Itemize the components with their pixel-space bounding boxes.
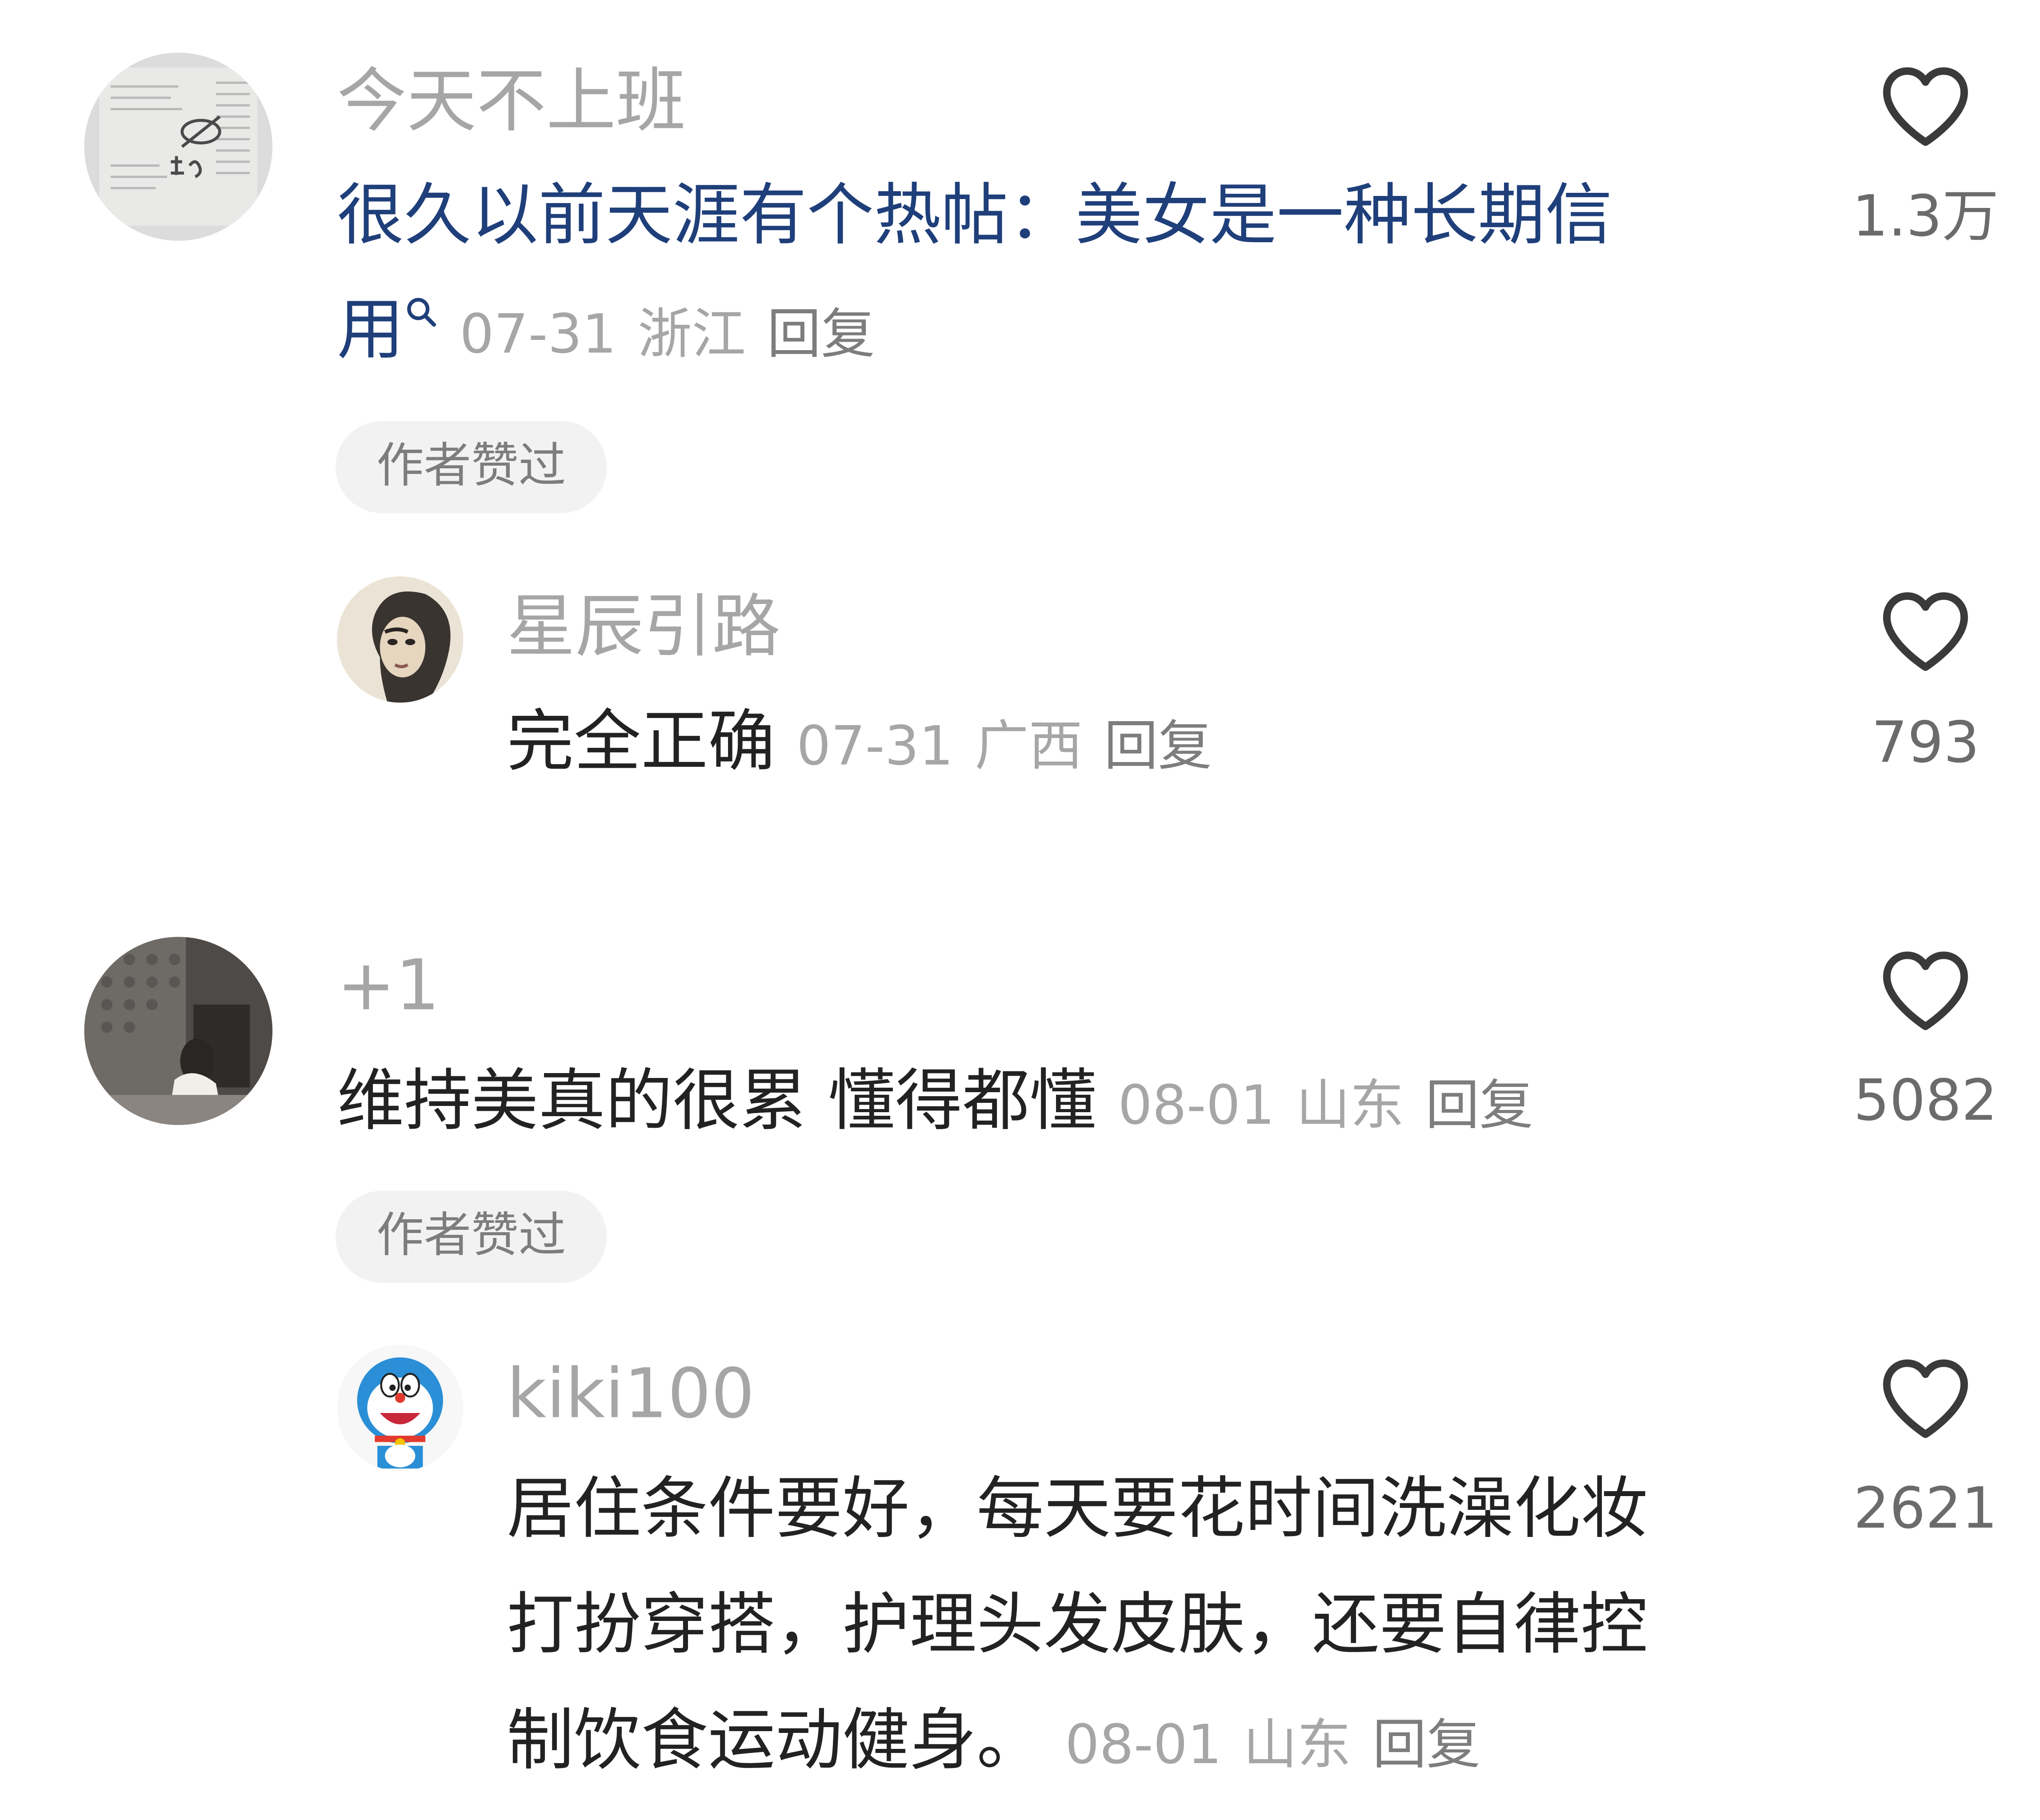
comment-text-line: 维持美真的很累 懂得都懂 [337,1063,1097,1141]
like-count: 793 [1871,710,1980,777]
comment-location: 山东 [1296,1074,1404,1137]
comment-location: 浙江 [638,303,746,366]
avatar[interactable] [337,576,464,703]
avatar-image [337,576,464,703]
like-button[interactable] [1877,947,1974,1034]
avatar-image [84,937,272,1125]
like-button[interactable] [1877,63,1974,150]
reply-username[interactable]: 星辰引路 [507,588,780,667]
author-liked-badge: 作者赞过 [336,1190,607,1283]
like-button[interactable] [1877,1355,1974,1442]
comment-text: 维持美真的很累 懂得都懂 08-01 山东 回复 [337,1063,1533,1145]
comment-list: 今天不上班 很久以前天涯有个热帖：美女是一种长期信 用 07-31 浙江 回复 … [0,0,2040,1820]
like-count: 1.3万 [1852,184,1999,250]
comment-username[interactable]: +1 [337,947,440,1026]
avatar[interactable] [337,1345,464,1471]
reply-location: 山东 [1243,1713,1352,1776]
comment-text-line: 用 [337,292,404,370]
like-count: 2621 [1853,1476,1998,1542]
heart-icon [1883,67,1968,146]
comment-date: 08-01 [1118,1074,1275,1137]
reply-button[interactable]: 回复 [767,303,875,366]
avatar[interactable] [84,52,272,241]
comment-text: 很久以前天涯有个热帖：美女是一种长期信 [337,178,1612,257]
reply-text: 居住条件要好，每天要花时间洗澡化妆 [507,1471,1648,1550]
avatar-image [84,52,272,241]
search-icon[interactable] [404,295,438,329]
reply-username[interactable]: kiki100 [507,1355,755,1434]
comment-text: 用 07-31 浙江 回复 [337,292,875,374]
heart-icon [1883,592,1968,671]
reply-button[interactable]: 回复 [1104,714,1212,778]
avatar-image [337,1345,464,1471]
reply-date: 08-01 [1065,1713,1222,1776]
comment-text-line: 很久以前天涯有个热帖：美女是一种长期信 [337,177,1612,255]
heart-icon [1883,951,1968,1030]
comment-username[interactable]: 今天不上班 [337,63,686,142]
reply-date: 07-31 [796,714,954,778]
reply-text-line: 打扮穿搭，护理头发皮肤，还要自律控 [507,1587,1648,1665]
reply-text: 制饮食运动健身。 08-01 山东 回复 [507,1703,1480,1784]
reply-button[interactable]: 回复 [1372,1713,1480,1776]
reply-location: 广西 [975,714,1083,778]
reply-text: 完全正确 07-31 广西 回复 [507,704,1212,786]
reply-text-line: 制饮食运动健身。 [507,1702,1044,1780]
author-liked-badge: 作者赞过 [336,421,607,513]
like-button[interactable] [1877,588,1974,675]
reply-text-line: 居住条件要好，每天要花时间洗澡化妆 [507,1471,1648,1549]
reply-text-line: 完全正确 [507,704,776,782]
reply-text: 打扮穿搭，护理头发皮肤，还要自律控 [507,1587,1648,1666]
like-count: 5082 [1853,1068,1998,1134]
avatar[interactable] [84,937,272,1125]
comment-date: 07-31 [460,303,616,366]
reply-button[interactable]: 回复 [1425,1074,1533,1137]
heart-icon [1883,1359,1968,1438]
